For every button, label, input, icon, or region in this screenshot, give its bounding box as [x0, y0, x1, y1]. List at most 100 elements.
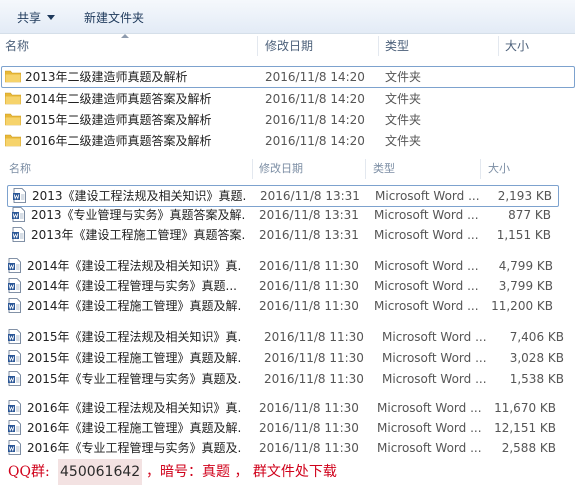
- command-bar: 共享 新建文件夹: [0, 0, 575, 34]
- share-label: 共享: [17, 11, 42, 25]
- column-name[interactable]: 名称: [5, 34, 29, 58]
- file-date: 2016/11/8 11:30: [264, 330, 364, 344]
- folder-icon: [5, 70, 21, 83]
- file-size: 11,670 KB: [494, 401, 556, 415]
- file-row[interactable]: 2016年《建设工程法规及相关知识》真... 2016/11/8 11:30 Mic…: [0, 398, 575, 418]
- file-row[interactable]: 2013年《建设工程施工管理》真题答案... 2016/11/8 13:31 Mic…: [0, 225, 575, 245]
- file-row[interactable]: 2016年《专业工程管理与实务》真题及... 2016/11/8 11:30 Mic…: [0, 438, 575, 458]
- file-size: 2,193 KB: [497, 189, 552, 203]
- file-type: Microsoft Word ...: [377, 441, 482, 455]
- file-type: Microsoft Word ...: [382, 330, 487, 344]
- file-name: 2016年《建设工程法规及相关知识》真...: [27, 401, 242, 415]
- word-document-icon: [12, 207, 25, 222]
- file-type: Microsoft Word ...: [374, 208, 479, 222]
- file-date: 2016/11/8 11:30: [259, 441, 359, 455]
- new-folder-button[interactable]: 新建文件夹: [84, 9, 144, 26]
- column-type[interactable]: 类型: [373, 157, 395, 181]
- file-type: Microsoft Word ...: [377, 421, 482, 435]
- column-divider[interactable]: [480, 159, 481, 179]
- column-divider[interactable]: [498, 36, 499, 56]
- file-row[interactable]: 2015年《建设工程法规及相关知识》真... 2016/11/8 11:30 Mic…: [0, 327, 575, 347]
- file-row[interactable]: 2015年《专业工程管理与实务》真题及... 2016/11/8 11:30 Mic…: [0, 369, 575, 389]
- word-document-icon: [8, 298, 21, 313]
- file-date: 2016/11/8 11:30: [264, 372, 364, 386]
- file-size: 4,799 KB: [498, 259, 553, 273]
- column-size[interactable]: 大小: [488, 157, 510, 181]
- file-row[interactable]: 2013《专业管理与实务》真题答案及解... 2016/11/8 13:31 Mic…: [0, 205, 575, 225]
- folder-row[interactable]: 2014年二级建造师真题答案及解析 2016/11/8 14:20 文件夹: [2, 89, 574, 109]
- footer-instructions: ，暗号：真题 ， 群文件处下载: [146, 464, 337, 480]
- chevron-down-icon: [47, 15, 56, 20]
- file-size: 1,151 KB: [496, 228, 551, 242]
- word-document-icon: [8, 329, 21, 344]
- folder-type: 文件夹: [385, 113, 422, 127]
- file-name: 2015年《建设工程施工管理》真题及解...: [27, 351, 242, 365]
- file-row[interactable]: 2014年《建设工程法规及相关知识》真... 2016/11/8 11:30 Mic…: [0, 256, 575, 276]
- footer-notice: QQ群: 450061642 ，暗号：真题 ， 群文件处下载: [0, 459, 575, 485]
- file-size: 1,538 KB: [509, 372, 564, 386]
- folder-date: 2016/11/8 14:20: [265, 70, 365, 84]
- file-size: 3,799 KB: [498, 279, 553, 293]
- file-date: 2016/11/8 13:31: [259, 228, 359, 242]
- file-type: Microsoft Word ...: [382, 351, 487, 365]
- file-type: Microsoft Word ...: [374, 228, 479, 242]
- file-type: Microsoft Word ...: [374, 259, 479, 273]
- file-size: 11,200 KB: [491, 299, 553, 313]
- column-divider[interactable]: [365, 159, 366, 179]
- folder-date: 2016/11/8 14:20: [265, 92, 365, 106]
- folder-type: 文件夹: [385, 92, 422, 106]
- folder-date: 2016/11/8 14:20: [265, 134, 365, 148]
- folder-icon: [5, 113, 21, 126]
- file-name: 2014年《建设工程法规及相关知识》真...: [27, 259, 242, 273]
- folder-row[interactable]: 2015年二级建造师真题答案及解析 2016/11/8 14:20 文件夹: [2, 110, 574, 130]
- file-date: 2016/11/8 11:30: [259, 279, 359, 293]
- folder-name: 2016年二级建造师真题答案及解析: [25, 134, 212, 148]
- file-row[interactable]: 2015年《建设工程施工管理》真题及解... 2016/11/8 11:30 Mic…: [0, 348, 575, 368]
- folder-row[interactable]: 2016年二级建造师真题答案及解析 2016/11/8 14:20 文件夹: [2, 131, 574, 151]
- column-divider[interactable]: [257, 36, 258, 56]
- file-date: 2016/11/8 13:31: [259, 208, 359, 222]
- word-document-icon: [13, 188, 26, 203]
- column-divider[interactable]: [378, 36, 379, 56]
- file-size: 877 KB: [508, 208, 551, 222]
- folder-name: 2013年二级建造师真题及解析: [25, 70, 188, 84]
- word-document-icon: [8, 420, 21, 435]
- folder-name: 2014年二级建造师真题答案及解析: [25, 92, 212, 106]
- file-type: Microsoft Word ...: [377, 401, 482, 415]
- file-row[interactable]: 2013《建设工程法规及相关知识》真题... 2016/11/8 13:31 Mic…: [7, 185, 559, 207]
- column-divider[interactable]: [252, 159, 253, 179]
- folder-name: 2015年二级建造师真题答案及解析: [25, 113, 212, 127]
- file-name: 2015年《建设工程法规及相关知识》真...: [27, 330, 242, 344]
- file-name: 2013《建设工程法规及相关知识》真题...: [32, 189, 247, 203]
- file-row[interactable]: 2014年《建设工程管理与实务》真题... 2016/11/8 11:30 Micr…: [0, 276, 575, 296]
- file-name: 2014年《建设工程管理与实务》真题...: [27, 279, 237, 293]
- folder-type: 文件夹: [385, 70, 422, 84]
- word-document-icon: [8, 258, 21, 273]
- file-name: 2015年《专业工程管理与实务》真题及...: [27, 372, 242, 386]
- folder-icon: [5, 92, 21, 105]
- column-size[interactable]: 大小: [505, 34, 529, 58]
- file-date: 2016/11/8 11:30: [259, 299, 359, 313]
- column-name[interactable]: 名称: [9, 157, 31, 181]
- file-name: 2016年《建设工程施工管理》真题及解...: [27, 421, 242, 435]
- file-date: 2016/11/8 13:31: [260, 189, 360, 203]
- column-type[interactable]: 类型: [385, 34, 409, 58]
- column-date[interactable]: 修改日期: [265, 34, 313, 58]
- file-row[interactable]: 2016年《建设工程施工管理》真题及解... 2016/11/8 11:30 Mic…: [0, 418, 575, 438]
- folder-row[interactable]: 2013年二级建造师真题及解析 2016/11/8 14:20 文件夹: [1, 66, 575, 88]
- folder-date: 2016/11/8 14:20: [265, 113, 365, 127]
- file-row[interactable]: 2014年《建设工程施工管理》真题及解... 2016/11/8 11:30 Mic…: [0, 296, 575, 316]
- file-name: 2014年《建设工程施工管理》真题及解...: [27, 299, 242, 313]
- column-date[interactable]: 修改日期: [259, 157, 303, 181]
- file-date: 2016/11/8 11:30: [259, 401, 359, 415]
- file-name: 2013年《建设工程施工管理》真题答案...: [31, 228, 246, 242]
- file-size: 7,406 KB: [509, 330, 564, 344]
- file-size: 2,588 KB: [501, 441, 556, 455]
- folder-type: 文件夹: [385, 134, 422, 148]
- share-button[interactable]: 共享: [17, 9, 56, 26]
- word-document-icon: [8, 371, 21, 386]
- column-header-files: 名称 修改日期 类型 大小: [0, 157, 575, 181]
- sort-ascending-icon: [121, 34, 129, 38]
- word-document-icon: [8, 350, 21, 365]
- word-document-icon: [8, 400, 21, 415]
